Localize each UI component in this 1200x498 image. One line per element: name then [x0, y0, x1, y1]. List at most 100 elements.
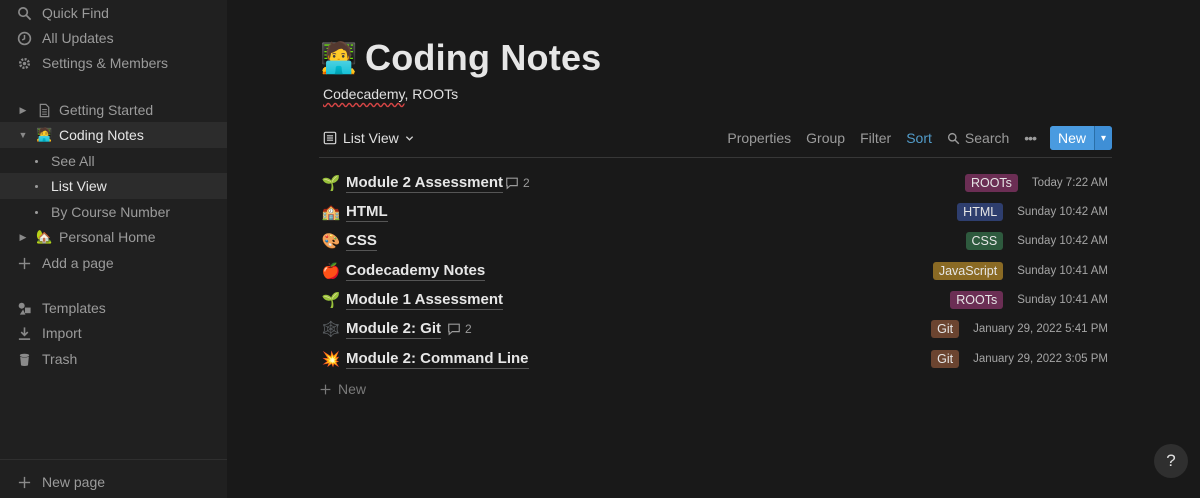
sidebar-add-page[interactable]: Add a page — [0, 250, 227, 276]
clock-icon — [16, 30, 32, 46]
caret-right-icon[interactable]: ▶ — [18, 105, 28, 116]
comment-count[interactable]: 2 — [505, 176, 530, 190]
item-meta: JavaScript Sunday 10:41 AM — [932, 261, 1108, 280]
item-date: Sunday 10:42 AM — [1017, 205, 1108, 218]
sort-button[interactable]: Sort — [906, 130, 932, 146]
tag-badge: Git — [931, 349, 960, 368]
sidebar-item-label: See All — [51, 153, 95, 169]
group-button[interactable]: Group — [806, 130, 845, 146]
view-selector[interactable]: List View — [323, 126, 414, 150]
tag-badge: JavaScript — [932, 261, 1004, 280]
plus-icon — [16, 255, 32, 271]
sidebar-item-label: Quick Find — [42, 5, 109, 21]
page-description[interactable]: Codecademy, ROOTs — [323, 86, 458, 102]
filter-button[interactable]: Filter — [860, 130, 891, 146]
bullet-icon — [35, 210, 38, 214]
comment-count-value: 2 — [523, 175, 530, 190]
description-text: , ROOTs — [404, 86, 459, 102]
item-title[interactable]: Module 2: Command Line — [346, 349, 529, 369]
chevron-down-icon — [405, 135, 413, 141]
item-title[interactable]: Module 2: Git — [346, 319, 441, 339]
sidebar-trash[interactable]: Trash — [0, 346, 227, 372]
sidebar-item-label: Getting Started — [59, 102, 154, 118]
list-item[interactable]: 🕸️ Module 2: Git 2 Git January 29, 2022 … — [319, 314, 1112, 343]
sidebar-import[interactable]: Import — [0, 320, 227, 346]
sidebar-page-personal-home[interactable]: ▶ 🏡 Personal Home — [0, 224, 227, 250]
sidebar-item-label: Templates — [42, 300, 106, 316]
view-selector-label: List View — [343, 130, 399, 146]
sidebar-item-label: All Updates — [42, 30, 114, 46]
school-icon: 🏫 — [321, 203, 341, 221]
caret-down-icon[interactable]: ▼ — [18, 130, 28, 140]
database-toolbar: List View Properties Group Filter Sort S… — [319, 126, 1112, 150]
sidebar-item-label: Personal Home — [59, 229, 156, 245]
item-title[interactable]: CSS — [346, 231, 377, 251]
tag-badge: CSS — [965, 231, 1004, 250]
item-title[interactable]: HTML — [346, 202, 388, 222]
sidebar-item-label: By Course Number — [51, 204, 171, 220]
sidebar-page-coding-notes[interactable]: ▼ 🧑‍💻 Coding Notes — [0, 122, 227, 148]
new-button[interactable]: New — [1049, 126, 1094, 150]
page-header: 🧑‍💻 Coding Notes — [319, 36, 601, 80]
sidebar-view-see-all[interactable]: See All — [0, 148, 227, 174]
properties-button[interactable]: Properties — [727, 130, 791, 146]
sidebar-view-by-course-number[interactable]: By Course Number — [0, 199, 227, 225]
item-date: Sunday 10:41 AM — [1017, 293, 1108, 306]
apple-icon: 🍎 — [321, 262, 341, 280]
sidebar-view-list-view[interactable]: List View — [0, 173, 227, 199]
sidebar-settings[interactable]: Settings & Members — [0, 50, 227, 76]
technologist-icon: 🧑‍💻 — [36, 127, 53, 142]
templates-icon — [16, 300, 32, 316]
sidebar-item-label: Import — [42, 325, 82, 341]
seedling-icon: 🌱 — [321, 291, 341, 309]
bullet-icon — [35, 184, 38, 188]
help-button[interactable]: ? — [1154, 444, 1188, 478]
new-dropdown-chevron-icon[interactable]: ▾ — [1094, 126, 1112, 150]
list-item[interactable]: 🌱 Module 2 Assessment 2 ROOTs Today 7:22… — [319, 168, 1112, 197]
bullet-icon — [35, 159, 38, 163]
item-title[interactable]: Codecademy Notes — [346, 261, 486, 281]
search-icon — [16, 5, 32, 21]
sidebar-new-page[interactable]: New page — [0, 469, 227, 495]
item-meta: ROOTs Today 7:22 AM — [964, 173, 1108, 192]
page-title[interactable]: Coding Notes — [365, 37, 601, 79]
item-date: Sunday 10:42 AM — [1017, 234, 1108, 247]
misspelled-word: Codecademy — [323, 86, 405, 102]
palette-icon: 🎨 — [321, 232, 341, 250]
list-item[interactable]: 🎨 CSS CSS Sunday 10:42 AM — [319, 226, 1112, 255]
sidebar-item-label: List View — [51, 178, 107, 194]
sidebar-templates[interactable]: Templates — [0, 295, 227, 321]
add-new-item-button[interactable]: New — [319, 378, 366, 400]
sidebar-all-updates[interactable]: All Updates — [0, 25, 227, 51]
comment-count-value: 2 — [465, 321, 472, 336]
page-icon[interactable]: 🧑‍💻 — [319, 38, 359, 78]
sidebar-item-label: Add a page — [42, 255, 114, 271]
sidebar-page-getting-started[interactable]: ▶ Getting Started — [0, 97, 227, 123]
item-title[interactable]: Module 2 Assessment — [346, 173, 503, 193]
item-meta: Git January 29, 2022 3:05 PM — [931, 349, 1108, 368]
comment-icon — [506, 177, 518, 189]
list-item[interactable]: 🏫 HTML HTML Sunday 10:42 AM — [319, 197, 1112, 226]
list-item[interactable]: 💥 Module 2: Command Line Git January 29,… — [319, 344, 1112, 373]
toolbar-divider — [319, 157, 1112, 158]
import-icon — [16, 325, 32, 341]
toolbar-actions: Properties Group Filter Sort Search ••• … — [712, 126, 1112, 150]
sidebar: Quick Find All Updates Settings & Member… — [0, 0, 227, 498]
more-options-icon[interactable]: ••• — [1024, 130, 1037, 146]
sidebar-item-label: Coding Notes — [59, 127, 144, 143]
search-button[interactable]: Search — [947, 130, 1009, 146]
comment-count[interactable]: 2 — [447, 322, 472, 336]
plus-icon — [16, 474, 32, 490]
tag-badge: ROOTs — [964, 173, 1018, 192]
item-title[interactable]: Module 1 Assessment — [346, 290, 503, 310]
item-date: January 29, 2022 3:05 PM — [973, 352, 1108, 365]
caret-right-icon[interactable]: ▶ — [18, 232, 28, 243]
item-meta: ROOTs Sunday 10:41 AM — [950, 290, 1108, 309]
tag-badge: HTML — [957, 202, 1004, 221]
list-item[interactable]: 🍎 Codecademy Notes JavaScript Sunday 10:… — [319, 256, 1112, 285]
search-button-label: Search — [964, 130, 1010, 146]
item-date: Today 7:22 AM — [1031, 176, 1108, 189]
sidebar-quick-find[interactable]: Quick Find — [0, 0, 227, 26]
app-window: Quick Find All Updates Settings & Member… — [0, 0, 1200, 498]
list-item[interactable]: 🌱 Module 1 Assessment ROOTs Sunday 10:41… — [319, 285, 1112, 314]
